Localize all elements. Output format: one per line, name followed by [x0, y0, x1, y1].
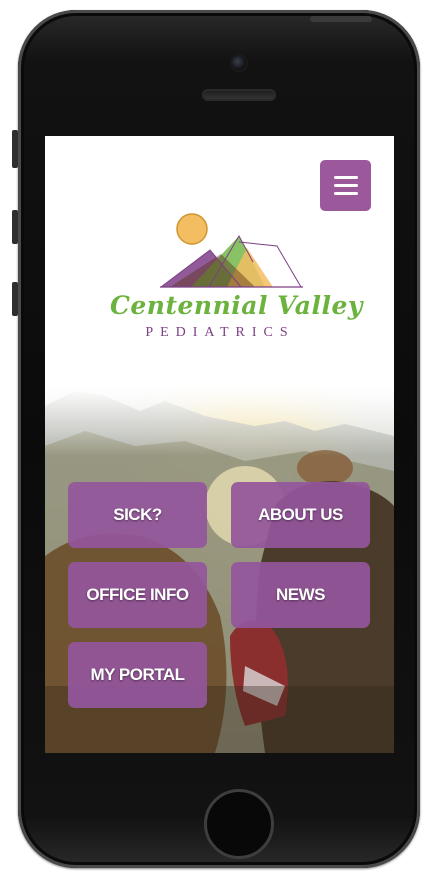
hamburger-menu-button[interactable] [320, 160, 371, 211]
front-camera [232, 56, 246, 70]
news-button[interactable]: NEWS [231, 562, 370, 628]
hero-fade [45, 386, 394, 456]
my-portal-button[interactable]: MY PORTAL [68, 642, 207, 708]
phone-screen: Centennial Valley PEDIATRICS SICK? ABOUT… [45, 136, 394, 753]
mute-switch [12, 130, 18, 168]
volume-down-button [12, 282, 18, 316]
power-button [310, 16, 372, 22]
brand-name: Centennial Valley [110, 291, 363, 320]
sick-button[interactable]: SICK? [68, 482, 207, 548]
office-info-button[interactable]: OFFICE INFO [68, 562, 207, 628]
brand-subtitle: PEDIATRICS [145, 325, 295, 340]
hamburger-menu-icon [333, 176, 358, 179]
about-us-button[interactable]: ABOUT US [231, 482, 370, 548]
volume-up-button [12, 210, 18, 244]
home-button[interactable] [204, 789, 274, 859]
earpiece-speaker [202, 89, 276, 101]
